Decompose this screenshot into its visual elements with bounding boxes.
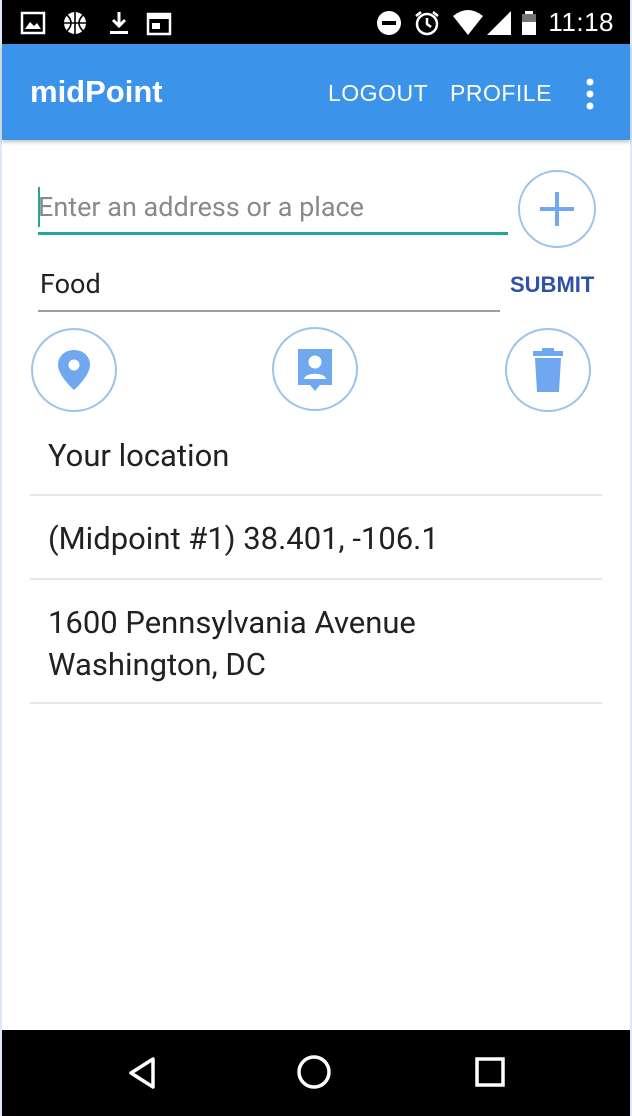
wifi-icon [453,10,483,35]
text-cursor [38,187,40,227]
list-item-line1: 1600 Pennsylvania Avenue [48,604,416,641]
clock: 11:18 [548,7,614,37]
address-placeholder: Enter an address or a place [38,191,364,223]
trash-icon [533,348,563,392]
contacts-button[interactable] [272,327,358,411]
more-options-icon[interactable] [576,78,604,110]
submit-button[interactable]: SUBMIT [510,272,594,298]
plus-icon [540,192,574,226]
app-title: midPoint [30,74,163,109]
list-item[interactable]: 1600 Pennsylvania Avenue Washington, DC [30,580,602,704]
home-icon[interactable] [296,1054,332,1090]
download-icon [110,12,128,34]
image-icon [20,11,46,35]
basketball-icon [64,12,86,34]
delete-button[interactable] [505,328,591,412]
profile-button[interactable]: PROFILE [450,80,552,107]
phone-screen: 11:18 midPoint LOGOUT PROFILE Enter an a… [2,0,630,1116]
current-location-button[interactable] [31,328,117,412]
location-list: Your location (Midpoint #1) 38.401, -106… [30,412,602,704]
address-input[interactable]: Enter an address or a place [38,185,508,235]
back-icon[interactable] [126,1056,158,1090]
address-underline [38,232,508,235]
signal-icon [487,11,511,35]
contact-card-icon [298,349,332,391]
add-address-button[interactable] [518,170,596,248]
list-item[interactable]: (Midpoint #1) 38.401, -106.1 [30,496,602,580]
calendar-icon [146,12,172,36]
status-bar: 11:18 [2,0,630,44]
battery-icon [522,11,536,35]
location-pin-icon [58,350,90,390]
list-item-line2: Washington, DC [48,646,266,683]
list-item-text: Your location [48,437,230,474]
category-underline [38,310,500,312]
category-value: Food [40,268,101,300]
recent-apps-icon[interactable] [474,1056,506,1088]
list-item[interactable]: Your location [30,412,602,496]
navigation-bar [2,1030,630,1116]
logout-button[interactable]: LOGOUT [328,80,428,107]
alarm-icon [415,11,439,36]
list-item-text: (Midpoint #1) 38.401, -106.1 [48,520,439,557]
app-bar: midPoint LOGOUT PROFILE [2,44,630,140]
category-input[interactable]: Food [38,268,500,314]
dnd-icon [377,11,401,35]
